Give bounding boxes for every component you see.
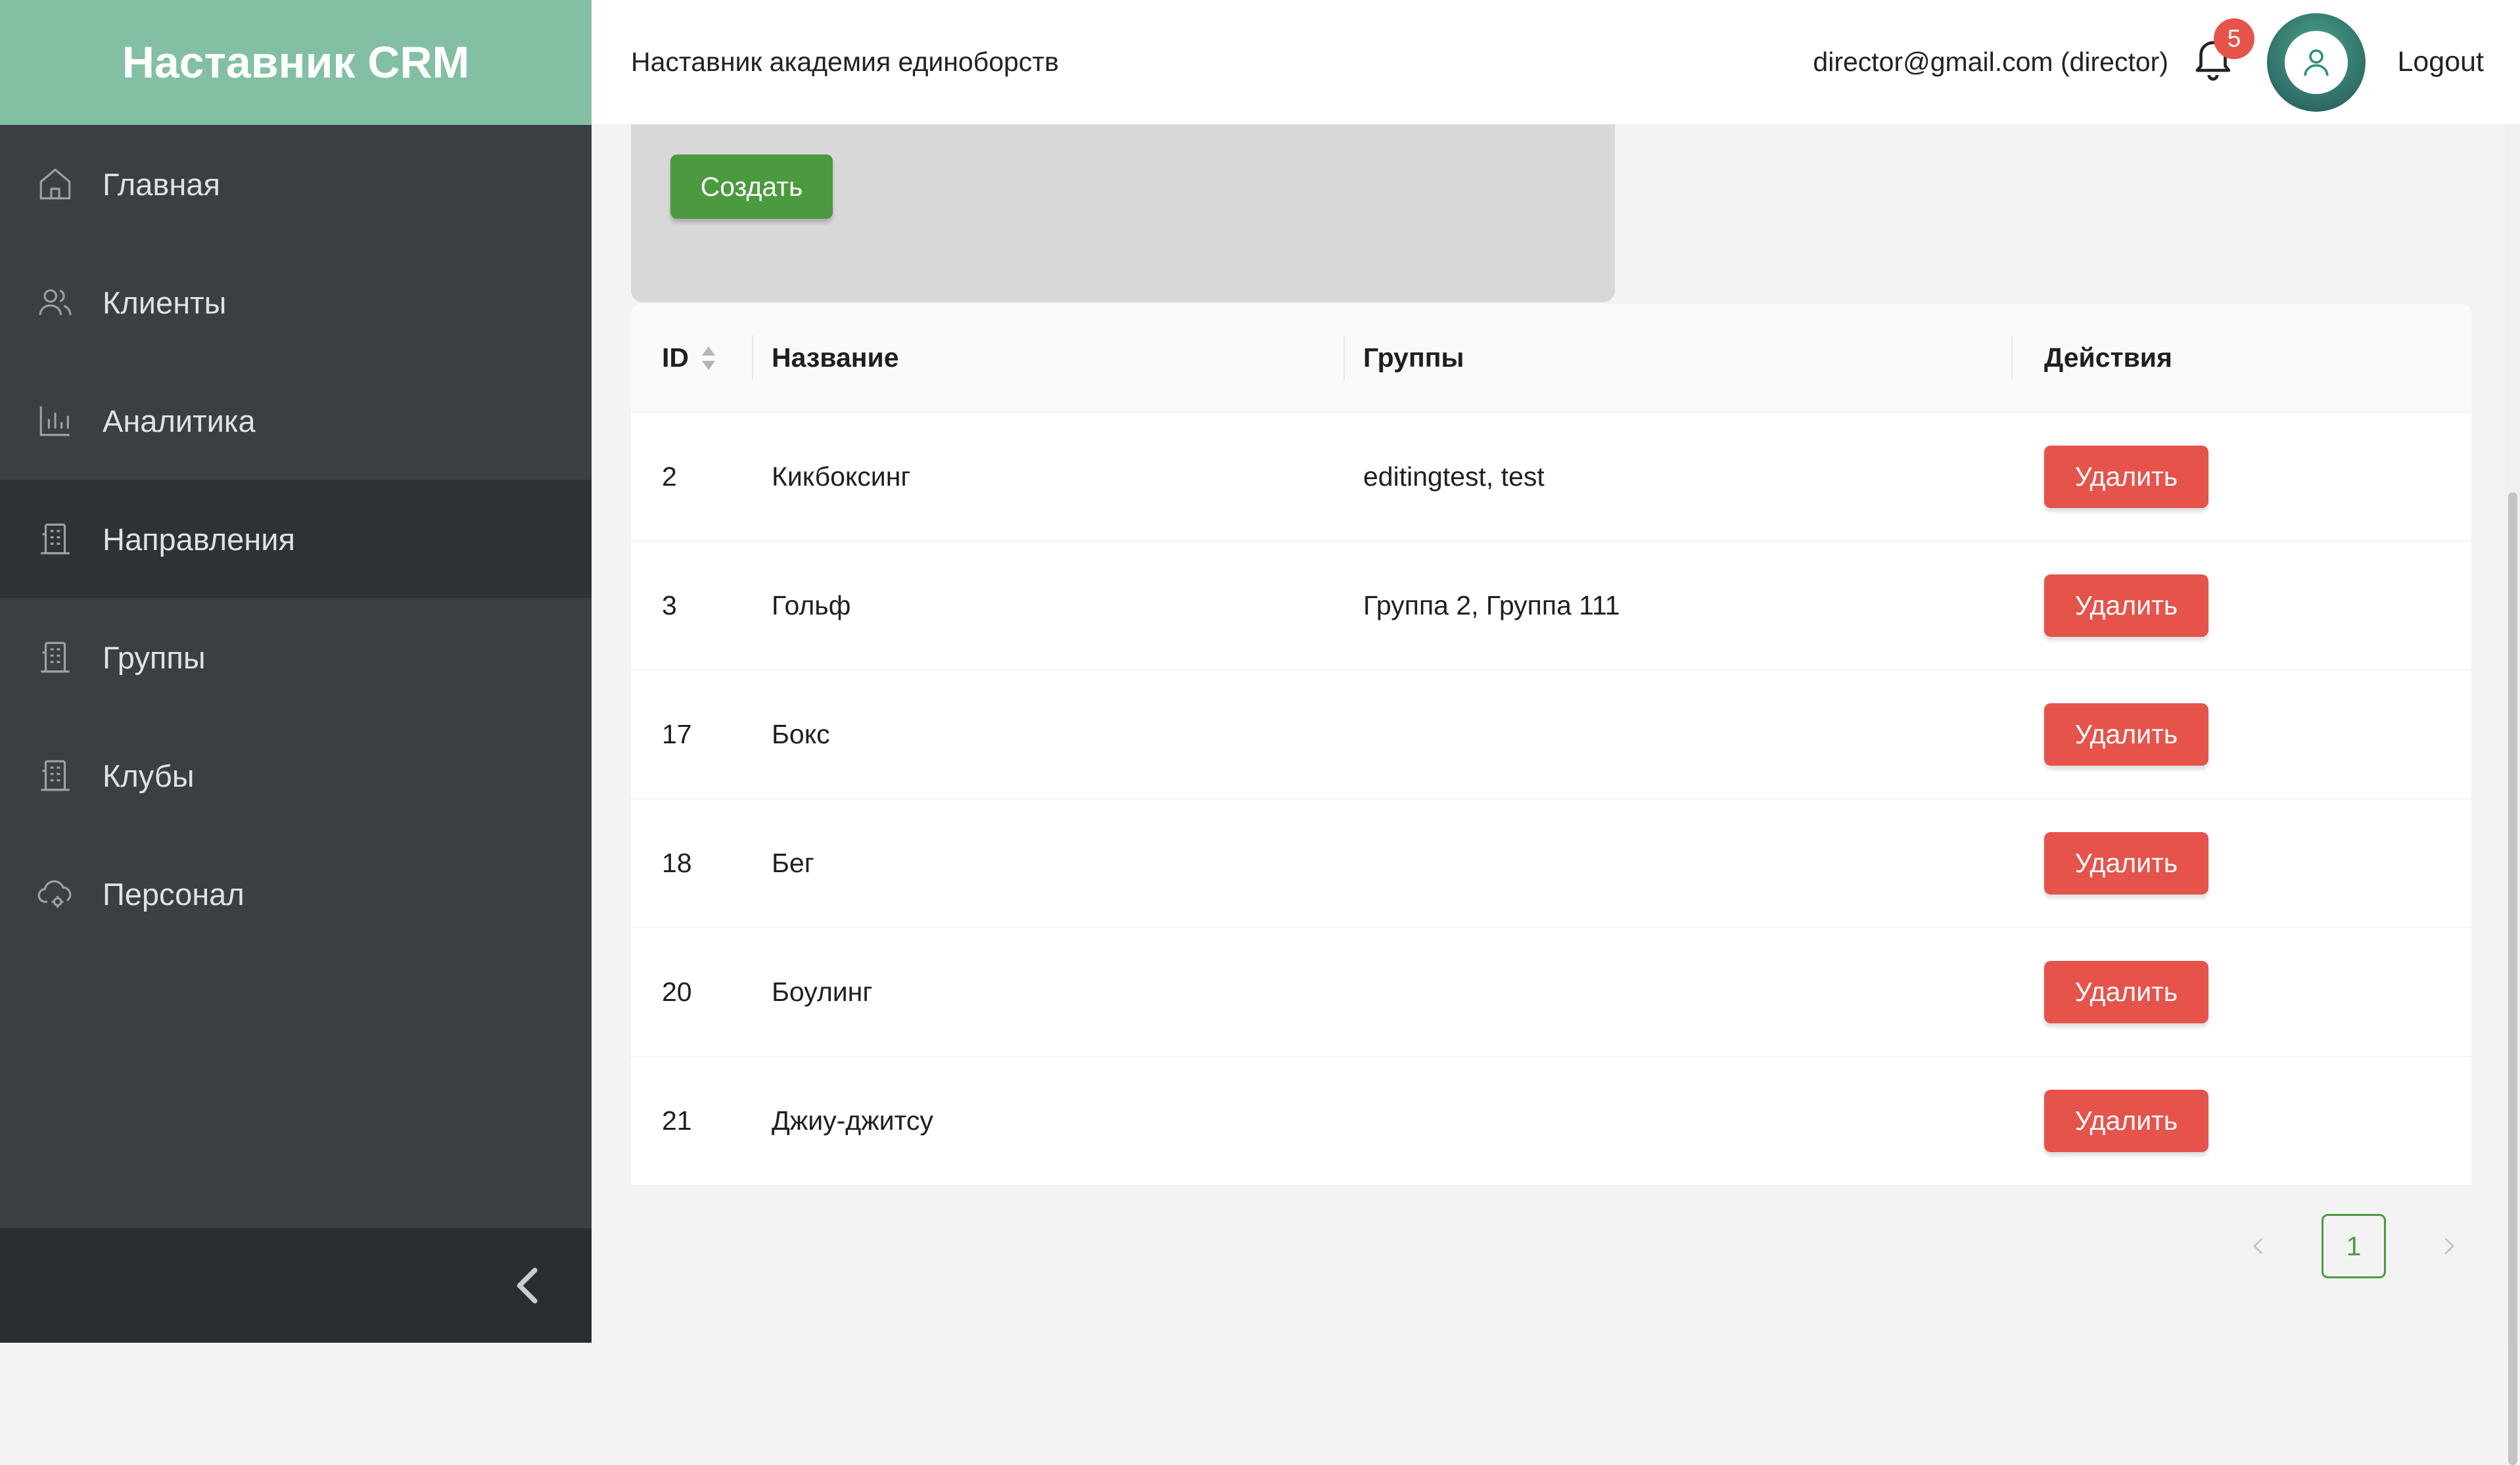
brand-logo[interactable]: Наставник CRM — [0, 0, 592, 125]
chevron-left-icon — [517, 1267, 538, 1304]
logout-link[interactable]: Logout — [2397, 0, 2484, 124]
delete-button[interactable]: Удалить — [2044, 703, 2208, 766]
table-header: ID Название Группы Действия — [631, 304, 2471, 413]
avatar[interactable] — [2267, 13, 2366, 112]
sidebar-item-label: Клубы — [103, 758, 195, 793]
sidebar-item-label: Персонал — [103, 876, 245, 912]
delete-button[interactable]: Удалить — [2044, 574, 2208, 637]
table-row: 18 Бег Удалить — [631, 799, 2471, 928]
cell-name: Джиу-джитсу — [772, 1105, 933, 1136]
cell-actions: Удалить — [2011, 446, 2471, 508]
pagination: 1 — [2227, 1214, 2481, 1278]
sidebar-nav: Главная Клиенты Аналитика Направления Гр… — [0, 125, 592, 953]
pagination-prev-button[interactable] — [2227, 1215, 2290, 1278]
delete-button[interactable]: Удалить — [2044, 1090, 2208, 1152]
cell-name: Гольф — [772, 590, 851, 620]
cell-id: 20 — [662, 977, 692, 1007]
column-header-id[interactable]: ID — [631, 342, 752, 373]
sidebar: Наставник CRM Главная Клиенты Аналитика … — [0, 0, 592, 1343]
table-row: 17 Бокс Удалить — [631, 670, 2471, 799]
table-row: 3 Гольф Группа 2, Группа 111 Удалить — [631, 542, 2471, 670]
sidebar-item-directions[interactable]: Направления — [0, 480, 592, 598]
cell-name: Кикбоксинг — [772, 461, 911, 492]
sidebar-item-home[interactable]: Главная — [0, 125, 592, 243]
building-icon — [35, 519, 75, 559]
sidebar-item-groups[interactable]: Группы — [0, 598, 592, 716]
user-icon — [2304, 49, 2329, 76]
notifications-button[interactable]: 5 — [2189, 18, 2254, 89]
cell-id: 18 — [662, 848, 692, 878]
sidebar-item-clients[interactable]: Клиенты — [0, 243, 592, 361]
cell-id: 3 — [662, 590, 677, 620]
scrollbar-track[interactable] — [2506, 124, 2520, 1465]
table-row: 2 Кикбоксинг editingtest, test Удалить — [631, 413, 2471, 542]
current-user: director@gmail.com (director) — [1813, 47, 2168, 77]
sidebar-item-staff[interactable]: Персонал — [0, 835, 592, 953]
organization-name: Наставник академия единоборств — [631, 47, 1059, 77]
sidebar-item-analytics[interactable]: Аналитика — [0, 361, 592, 480]
table-row: 21 Джиу-джитсу Удалить — [631, 1057, 2471, 1186]
cell-name: Боулинг — [772, 977, 873, 1007]
chevron-right-icon — [2445, 1238, 2455, 1254]
pagination-page-current[interactable]: 1 — [2322, 1214, 2386, 1278]
users-icon — [35, 283, 75, 322]
sidebar-item-label: Клиенты — [103, 285, 227, 320]
cell-actions: Удалить — [2011, 703, 2471, 766]
create-button[interactable]: Создать — [670, 154, 833, 219]
sidebar-item-label: Аналитика — [103, 403, 256, 438]
top-header: Наставник академия единоборств director@… — [592, 0, 2520, 125]
column-header-name: Название — [772, 342, 899, 373]
cell-id: 17 — [662, 719, 692, 749]
home-icon — [35, 164, 75, 204]
cell-actions: Удалить — [2011, 574, 2471, 637]
cell-id: 21 — [662, 1105, 692, 1136]
delete-button[interactable]: Удалить — [2044, 961, 2208, 1023]
pagination-next-button[interactable] — [2417, 1215, 2481, 1278]
building-icon — [35, 638, 75, 677]
bar-chart-icon — [35, 401, 75, 440]
building-icon — [35, 756, 75, 795]
cell-groups: editingtest, test — [1363, 461, 1545, 492]
column-header-label: ID — [662, 342, 689, 373]
cell-actions: Удалить — [2011, 832, 2471, 895]
chevron-left-icon — [2252, 1238, 2262, 1254]
cell-groups: Группа 2, Группа 111 — [1363, 590, 1620, 620]
column-header-groups: Группы — [1363, 342, 1464, 373]
cell-name: Бокс — [772, 719, 830, 749]
sidebar-item-label: Группы — [103, 639, 206, 675]
notification-count-badge: 5 — [2214, 18, 2254, 59]
cell-id: 2 — [662, 461, 677, 492]
sidebar-item-clubs[interactable]: Клубы — [0, 716, 592, 835]
cell-actions: Удалить — [2011, 961, 2471, 1023]
directions-table: ID Название Группы Действия 2 Кикбоксинг… — [631, 304, 2471, 1186]
sidebar-item-label: Направления — [103, 521, 295, 557]
cell-name: Бег — [772, 848, 814, 878]
sort-icon[interactable] — [699, 344, 718, 373]
avatar-background — [2285, 31, 2348, 94]
scrollbar-thumb[interactable] — [2508, 492, 2517, 1465]
column-divider — [1343, 335, 1345, 380]
sidebar-item-label: Главная — [103, 166, 220, 202]
cell-actions: Удалить — [2011, 1090, 2471, 1152]
create-panel: Создать — [631, 124, 1615, 302]
column-divider — [752, 335, 753, 380]
sidebar-collapse-button[interactable] — [0, 1228, 592, 1343]
table-row: 20 Боулинг Удалить — [631, 928, 2471, 1057]
column-header-actions: Действия — [2044, 342, 2172, 373]
delete-button[interactable]: Удалить — [2044, 832, 2208, 895]
column-divider — [2011, 335, 2013, 380]
cloud-gear-icon — [35, 874, 75, 914]
delete-button[interactable]: Удалить — [2044, 446, 2208, 508]
